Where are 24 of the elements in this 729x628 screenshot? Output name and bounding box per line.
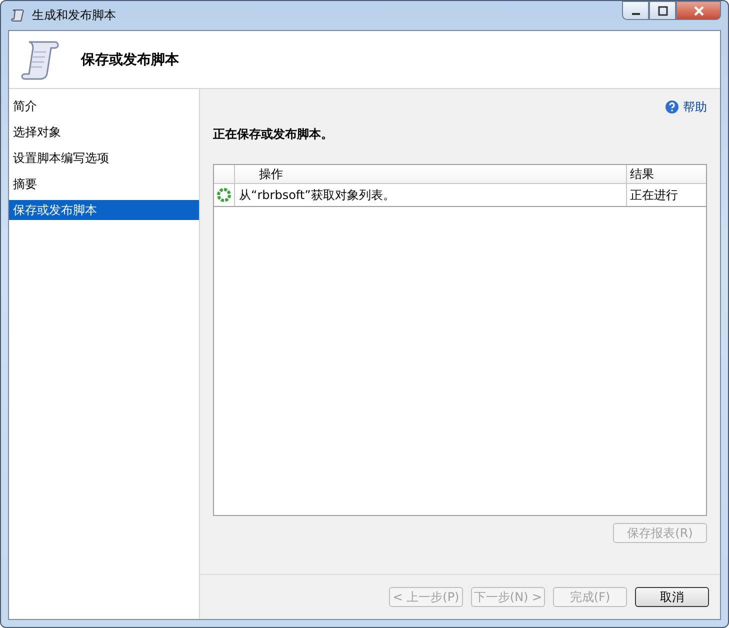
table-cell-text: 正在进行 (629, 186, 679, 204)
sidebar-item[interactable]: 选择对象 (9, 119, 199, 145)
sidebar-item[interactable]: 简介 (9, 93, 199, 119)
window-title: 生成和发布脚本 (32, 7, 116, 24)
column-header: 操作 (235, 165, 627, 183)
page-title: 保存或发布脚本 (81, 50, 179, 68)
help-link[interactable]: 帮助 (665, 96, 707, 118)
status-heading: 正在保存或发布脚本。 (213, 126, 334, 143)
help-icon (665, 100, 679, 114)
close-icon (692, 6, 704, 16)
maximize-button[interactable] (649, 1, 676, 20)
spinner-icon (216, 187, 232, 203)
column-header: 结果 (629, 166, 655, 182)
sidebar-item[interactable]: 摘要 (9, 171, 199, 197)
scroll-icon (19, 38, 61, 80)
wizard-button[interactable]: 取消 (635, 587, 709, 607)
table-cell: 从“rbrbsoft”获取对象列表。 (235, 184, 627, 206)
close-button[interactable] (676, 1, 721, 20)
sidebar-item[interactable]: 设置脚本编写选项 (9, 145, 199, 171)
maximize-icon (658, 6, 668, 16)
scroll-icon (10, 8, 26, 24)
minimize-button[interactable] (622, 1, 649, 20)
sidebar-item[interactable]: 保存或发布脚本 (9, 200, 199, 220)
minimize-icon (632, 12, 640, 14)
